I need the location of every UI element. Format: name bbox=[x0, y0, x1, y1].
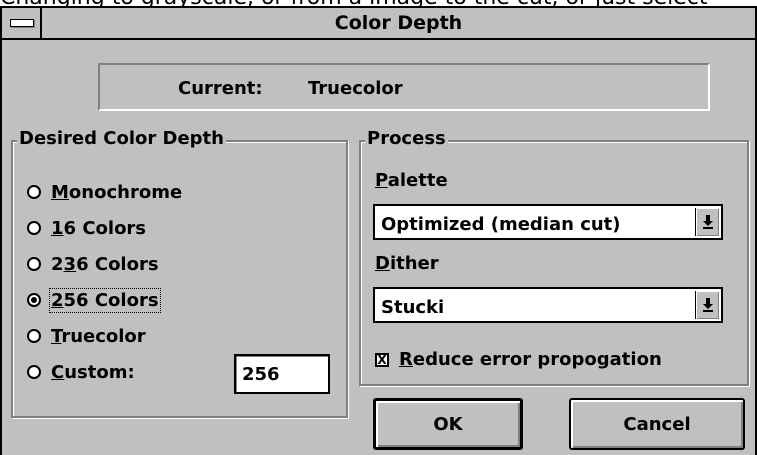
desired-group-title: Desired Color Depth bbox=[17, 128, 226, 149]
radio-custom[interactable]: Custom: bbox=[27, 360, 135, 384]
dropdown-arrow-icon[interactable] bbox=[695, 208, 719, 236]
palette-label: Palette bbox=[375, 170, 448, 191]
radio-icon bbox=[27, 221, 41, 235]
cancel-button[interactable]: Cancel bbox=[569, 398, 745, 450]
system-menu-icon[interactable] bbox=[2, 8, 42, 38]
radio-16-colors[interactable]: 16 Colors bbox=[27, 216, 146, 240]
radio-label: 256 Colors bbox=[49, 287, 161, 313]
radio-icon bbox=[27, 257, 41, 271]
radio-label: Truecolor bbox=[51, 325, 146, 347]
radio-icon-selected bbox=[27, 293, 41, 307]
dither-label: Dither bbox=[375, 253, 439, 274]
radio-label: Custom: bbox=[51, 361, 135, 383]
dither-value: Stucki bbox=[381, 297, 445, 318]
checkbox-checked-icon[interactable]: X bbox=[375, 352, 389, 367]
title-bar[interactable]: Color Depth bbox=[2, 6, 755, 40]
reduce-error-label: Reduce error propogation bbox=[399, 349, 662, 370]
dialog-title: Color Depth bbox=[334, 12, 463, 34]
dither-dropdown[interactable]: Stucki bbox=[373, 287, 723, 323]
palette-dropdown[interactable]: Optimized (median cut) bbox=[373, 204, 723, 240]
desired-color-depth-group: Desired Color Depth Monochrome 16 Colors… bbox=[11, 129, 348, 418]
dropdown-arrow-icon[interactable] bbox=[695, 291, 719, 319]
process-group: Process Palette Optimized (median cut) D… bbox=[359, 129, 749, 386]
radio-icon bbox=[27, 365, 41, 379]
radio-label: 16 Colors bbox=[51, 217, 147, 239]
current-label: Current: bbox=[178, 78, 263, 99]
radio-256-colors[interactable]: 256 Colors bbox=[27, 287, 161, 313]
ok-button[interactable]: OK bbox=[373, 398, 523, 450]
reduce-error-checkbox-row[interactable]: X Reduce error propogation bbox=[375, 349, 662, 370]
radio-icon bbox=[27, 185, 41, 199]
radio-icon bbox=[27, 329, 41, 343]
process-group-title: Process bbox=[365, 128, 448, 149]
radio-monochrome[interactable]: Monochrome bbox=[27, 180, 182, 204]
radio-236-colors[interactable]: 236 Colors bbox=[27, 252, 159, 276]
radio-label: Monochrome bbox=[51, 181, 183, 203]
color-depth-dialog: Color Depth Current: Truecolor Desired C… bbox=[0, 6, 757, 455]
radio-truecolor[interactable]: Truecolor bbox=[27, 324, 146, 348]
palette-value: Optimized (median cut) bbox=[381, 214, 621, 235]
current-value: Truecolor bbox=[308, 78, 403, 99]
radio-label: 236 Colors bbox=[51, 253, 159, 275]
custom-depth-input[interactable]: 256 bbox=[234, 354, 330, 394]
current-depth-panel: Current: Truecolor bbox=[98, 63, 710, 111]
